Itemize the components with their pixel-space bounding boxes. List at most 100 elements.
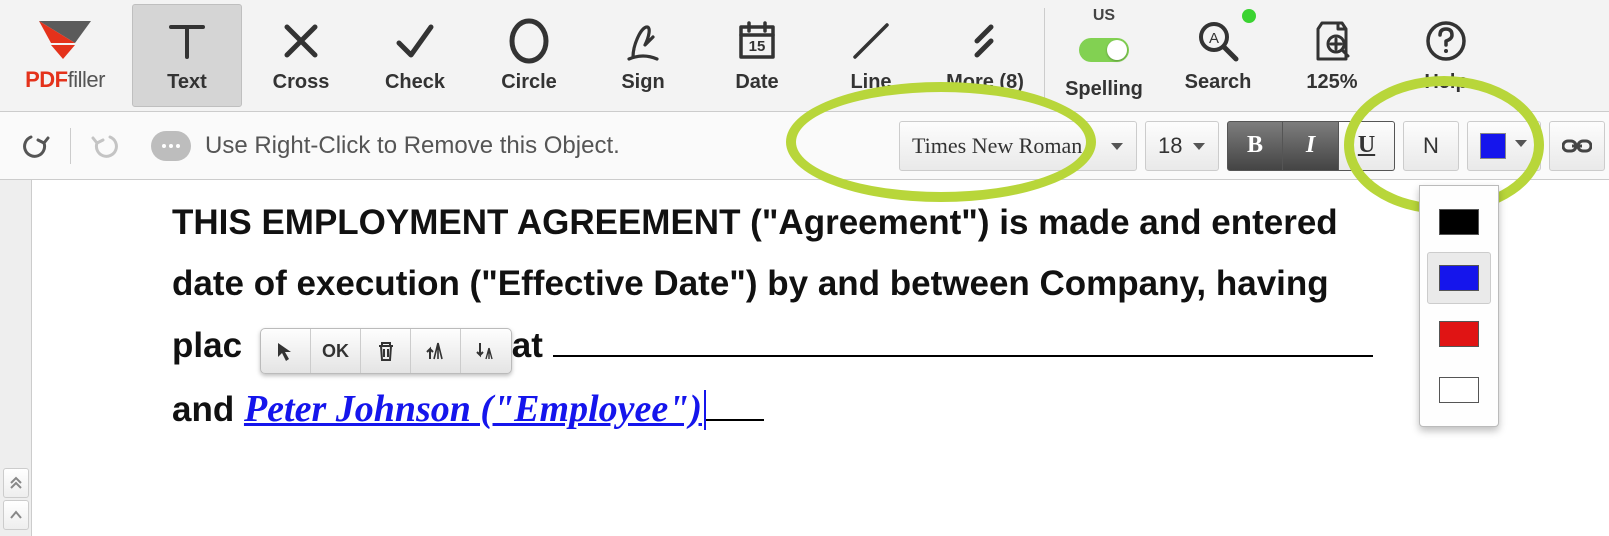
underline-label: U <box>1358 132 1375 159</box>
delete-button[interactable] <box>361 329 411 373</box>
font-size-value: 18 <box>1158 133 1182 159</box>
undo-button[interactable] <box>10 121 60 171</box>
swatch-white-icon <box>1439 377 1479 403</box>
more-tool-button[interactable]: More (8) <box>928 0 1042 111</box>
annotate-tools: Text Cross Check Circle Sign <box>130 0 1042 111</box>
zoom-button[interactable]: 125% <box>1275 0 1389 111</box>
bold-button[interactable]: B <box>1227 121 1283 171</box>
page-gutter <box>0 180 32 536</box>
double-chevron-up-icon <box>9 476 23 490</box>
font-family-select[interactable]: Times New Roman <box>899 121 1137 171</box>
line-tool-button[interactable]: Line <box>814 0 928 111</box>
color-option-blue[interactable] <box>1427 252 1491 304</box>
link-button[interactable] <box>1549 121 1605 171</box>
hint-area: Use Right-Click to Remove this Object. <box>141 131 895 161</box>
color-option-white[interactable] <box>1427 364 1491 416</box>
cross-tool-label: Cross <box>273 71 330 94</box>
calendar-icon: 15 <box>733 17 781 65</box>
check-icon <box>391 17 439 65</box>
check-tool-button[interactable]: Check <box>358 0 472 111</box>
svg-text:15: 15 <box>749 38 766 55</box>
spelling-toggle-icon <box>1079 24 1129 72</box>
color-option-black[interactable] <box>1427 196 1491 248</box>
color-picker-panel <box>1419 185 1499 427</box>
ok-button[interactable]: OK <box>311 329 361 373</box>
help-icon <box>1422 17 1470 65</box>
document-area: THIS EMPLOYMENT AGREEMENT ("Agreement") … <box>0 180 1609 536</box>
more-tool-label: More (8) <box>946 71 1024 94</box>
check-tool-label: Check <box>385 71 445 94</box>
swatch-red-icon <box>1439 321 1479 347</box>
history-controls <box>0 121 141 171</box>
spelling-label: Spelling <box>1065 78 1143 101</box>
zoom-label: 125% <box>1306 71 1357 94</box>
help-label: Help <box>1424 71 1467 94</box>
circle-tool-button[interactable]: Circle <box>472 0 586 111</box>
text-cursor-icon <box>704 390 706 430</box>
blank-field-company-address[interactable] <box>553 322 1373 357</box>
font-size-select[interactable]: 18 <box>1145 121 1219 171</box>
redo-button[interactable] <box>81 121 131 171</box>
format-toolbar: Use Right-Click to Remove this Object. T… <box>0 112 1609 180</box>
link-icon <box>1562 135 1592 157</box>
doc-line-4a: and <box>172 390 244 429</box>
object-mini-toolbar: OK <box>260 328 512 374</box>
circle-tool-label: Circle <box>501 71 557 94</box>
doc-line-4: and Peter Johnson ("Employee") <box>172 376 1609 443</box>
employee-value: Peter Johnson ("Employee") <box>244 388 702 430</box>
ok-label: OK <box>322 341 349 362</box>
doc-line-2: date of execution ("Effective Date") by … <box>172 253 1609 314</box>
caret-down-icon <box>1514 136 1528 155</box>
normal-style-button[interactable]: N <box>1403 121 1459 171</box>
search-indicator-icon <box>1242 9 1256 23</box>
hint-text: Use Right-Click to Remove this Object. <box>205 132 620 160</box>
text-tool-label: Text <box>167 71 207 94</box>
sign-tool-label: Sign <box>621 71 664 94</box>
cross-tool-button[interactable]: Cross <box>244 0 358 111</box>
text-color-button[interactable] <box>1467 121 1541 171</box>
zoom-icon <box>1308 17 1356 65</box>
spelling-region-label: US <box>1093 7 1115 25</box>
undo-icon <box>20 131 50 161</box>
redo-icon <box>91 131 121 161</box>
line-icon <box>847 17 895 65</box>
chevron-up-icon <box>9 508 23 522</box>
sign-tool-button[interactable]: Sign <box>586 0 700 111</box>
italic-label: I <box>1306 132 1315 159</box>
date-tool-button[interactable]: 15 Date <box>700 0 814 111</box>
toolbar-divider <box>1044 8 1045 103</box>
scroll-top-button[interactable] <box>3 468 29 498</box>
caret-down-icon <box>1192 133 1206 159</box>
underline-button[interactable]: U <box>1339 121 1395 171</box>
help-button[interactable]: Help <box>1389 0 1503 111</box>
logo-pdf: PDF <box>25 67 68 92</box>
search-icon: A <box>1194 17 1242 65</box>
increase-size-button[interactable] <box>411 329 461 373</box>
logo-filler: filler <box>68 67 105 92</box>
search-button[interactable]: A Search <box>1161 0 1275 111</box>
color-option-red[interactable] <box>1427 308 1491 360</box>
text-tool-button[interactable]: Text <box>132 4 242 107</box>
doc-line-3a: plac <box>172 326 242 365</box>
caret-down-icon <box>1110 133 1124 159</box>
italic-button[interactable]: I <box>1283 121 1339 171</box>
text-icon <box>163 17 211 65</box>
sign-icon <box>619 17 667 65</box>
swatch-blue-icon <box>1439 265 1479 291</box>
move-handle-button[interactable] <box>261 329 311 373</box>
scroll-up-button[interactable] <box>3 500 29 530</box>
font-family-value: Times New Roman <box>912 133 1082 159</box>
logo-icon <box>35 19 95 61</box>
more-icon <box>961 17 1009 65</box>
text-style-group: B I U <box>1227 121 1395 171</box>
spelling-button[interactable]: US Spelling <box>1047 0 1161 111</box>
employee-text-field[interactable]: Peter Johnson ("Employee") <box>244 388 706 430</box>
trash-icon <box>374 339 398 363</box>
hint-bubble-icon <box>151 131 191 161</box>
logo-text: PDFfiller <box>25 67 105 93</box>
line-tool-label: Line <box>850 71 891 94</box>
bold-label: B <box>1247 132 1263 159</box>
history-divider <box>70 128 71 164</box>
decrease-size-button[interactable] <box>461 329 511 373</box>
color-swatch-icon <box>1480 133 1506 159</box>
